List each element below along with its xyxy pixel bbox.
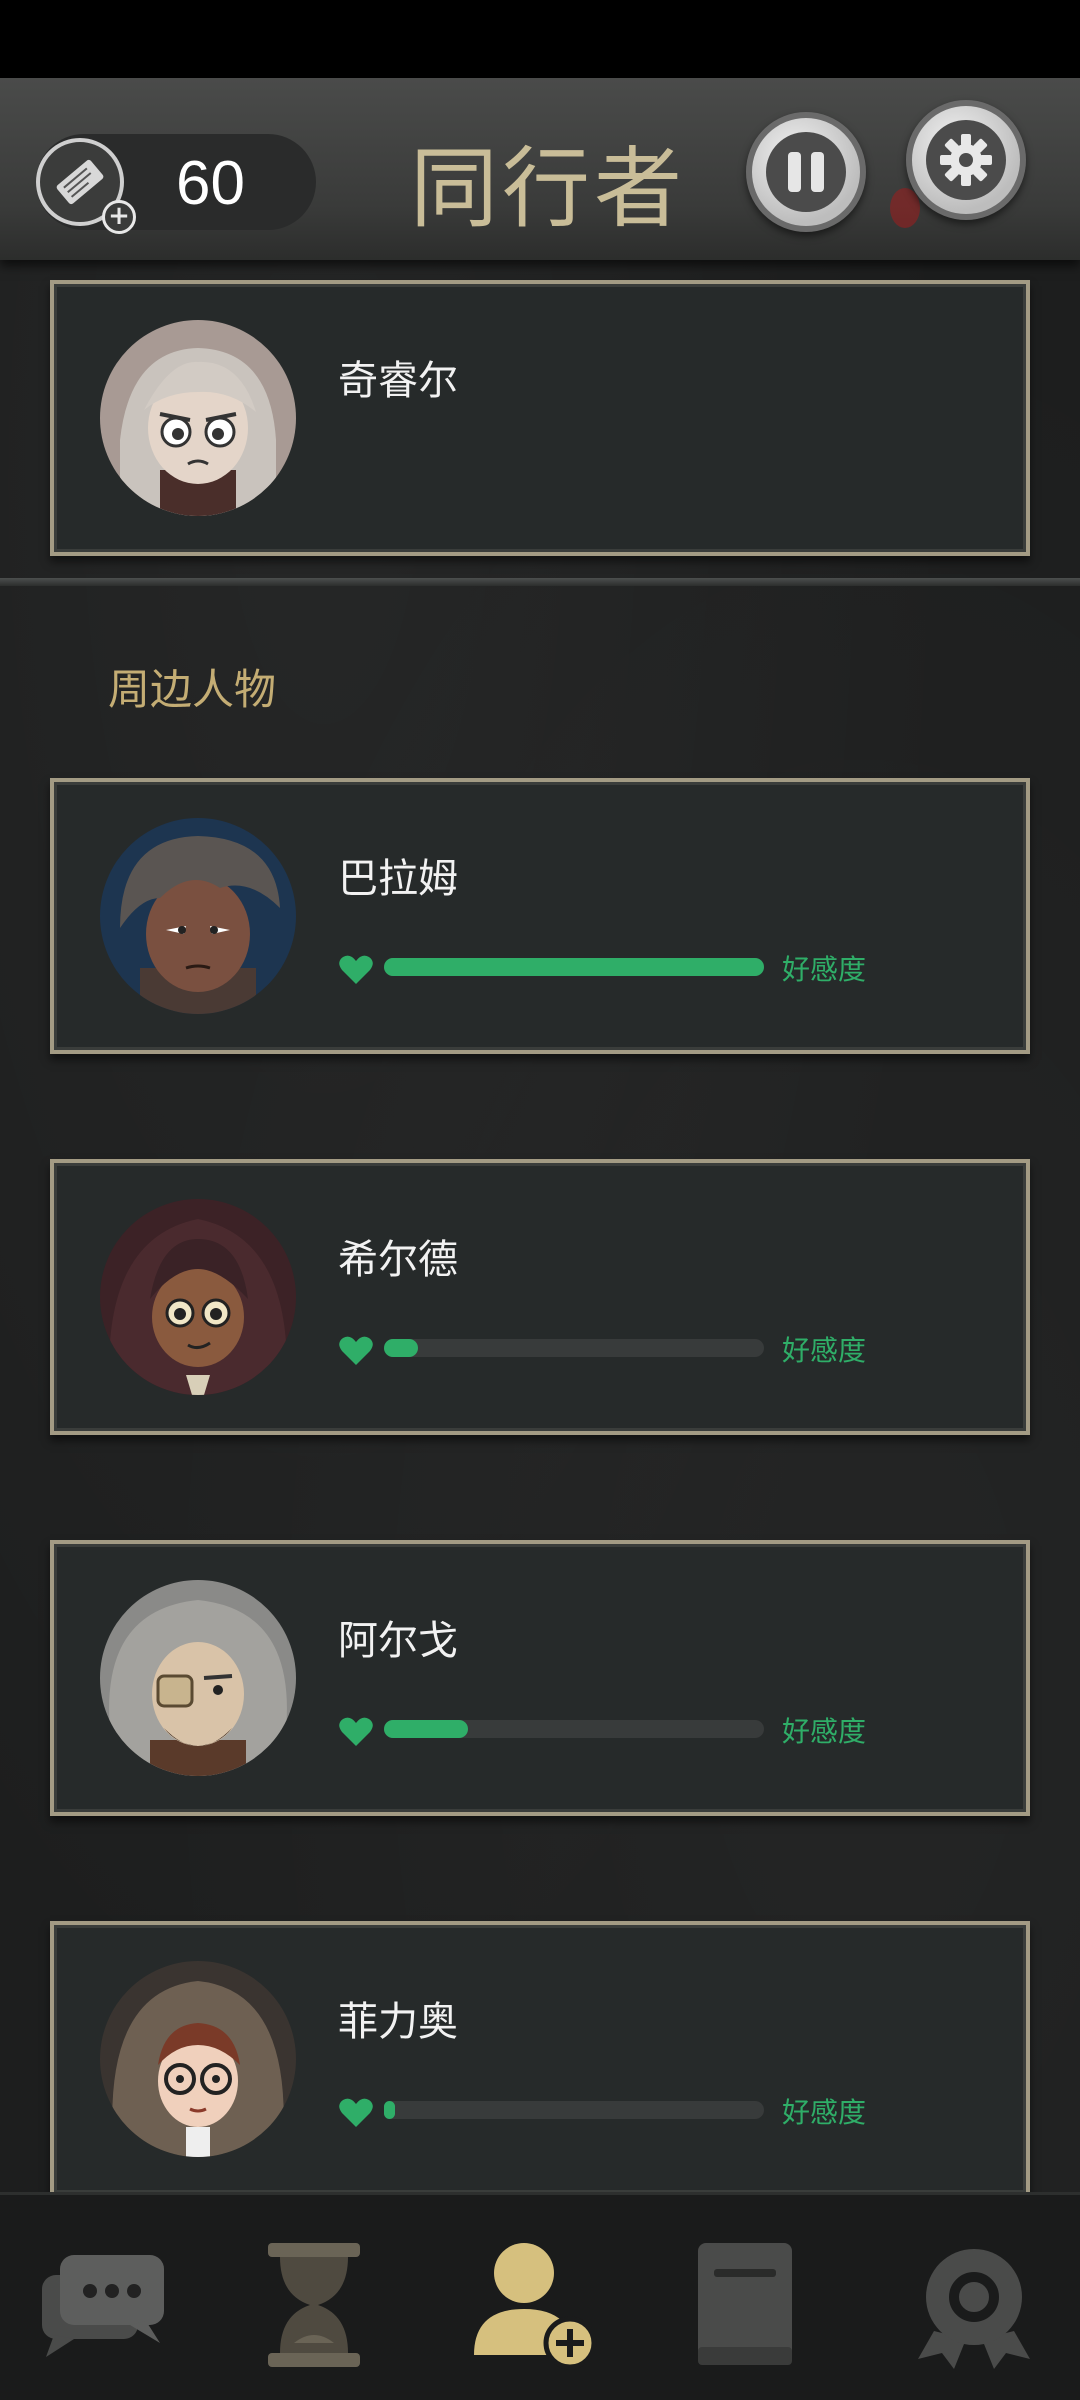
affinity-bar [384,1720,764,1738]
add-ticket-icon[interactable]: + [102,200,136,234]
gear-icon [926,120,1006,200]
achievements-icon [918,2249,1030,2369]
status-bar [0,0,1080,78]
character-card-aerge[interactable]: 阿尔戈 好感度 [50,1540,1030,1816]
nav-time-button[interactable] [244,2235,384,2375]
blood-splatter [890,188,920,228]
affinity-fill [384,958,764,976]
heart-icon [339,1717,373,1746]
character-card-xierde[interactable]: 希尔德 好感度 [50,1159,1030,1435]
ticket-count: 60 [176,149,245,218]
hourglass-icon [268,2243,360,2367]
bottom-nav [0,2192,1080,2400]
character-name: 希尔德 [338,1237,458,1283]
nav-companions-button[interactable] [464,2235,604,2375]
affinity-bar [384,958,764,976]
journal-icon [698,2243,792,2365]
affinity-bar [384,1339,764,1357]
section-title: 周边人物 [108,665,277,714]
ticket-icon: + [36,138,136,234]
section-divider [0,578,1080,586]
affinity-bar [384,2101,764,2119]
pause-icon [766,132,846,212]
character-card-feiliao[interactable]: 菲力奥 好感度 [50,1921,1030,2197]
character-name: 菲力奥 [338,1999,458,2045]
affinity-label: 好感度 [782,953,867,986]
character-name: 巴拉姆 [338,856,458,902]
affinity-fill [384,1339,419,1357]
nav-achievements-button[interactable] [904,2235,1044,2375]
avatar-aerge [100,1580,296,1776]
companions-icon [474,2243,597,2370]
pause-button[interactable] [746,112,866,232]
affinity-label: 好感度 [782,1334,867,1367]
chat-icon [42,2255,164,2357]
ticket-counter[interactable]: + 60 [36,134,316,234]
affinity-fill [384,2101,396,2119]
avatar-feiliao [100,1961,296,2157]
heart-icon [339,1336,373,1365]
page-title: 同行者 [410,137,687,240]
nav-chat-button[interactable] [34,2235,174,2375]
settings-button[interactable] [906,100,1026,220]
affinity-fill [384,1720,468,1738]
heart-icon [339,2098,373,2127]
affinity-label: 好感度 [782,2096,867,2129]
companion-name: 奇睿尔 [338,358,458,404]
avatar-xierde [100,1199,296,1395]
heart-icon [339,955,373,984]
character-card-balamu[interactable]: 巴拉姆 好感度 [50,778,1030,1054]
character-name: 阿尔戈 [338,1618,458,1664]
avatar-balamu [100,818,296,1014]
companions-screen: + 60 同行者 奇睿尔 周边人物 巴拉姆 好感度 希尔德 好感度 阿尔戈 好感… [0,0,1080,2400]
companion-card[interactable]: 奇睿尔 [50,280,1030,556]
avatar-qiruier [100,320,296,516]
affinity-label: 好感度 [782,1715,867,1748]
nav-journal-button[interactable] [674,2235,814,2375]
header: + 60 同行者 [0,78,1080,260]
